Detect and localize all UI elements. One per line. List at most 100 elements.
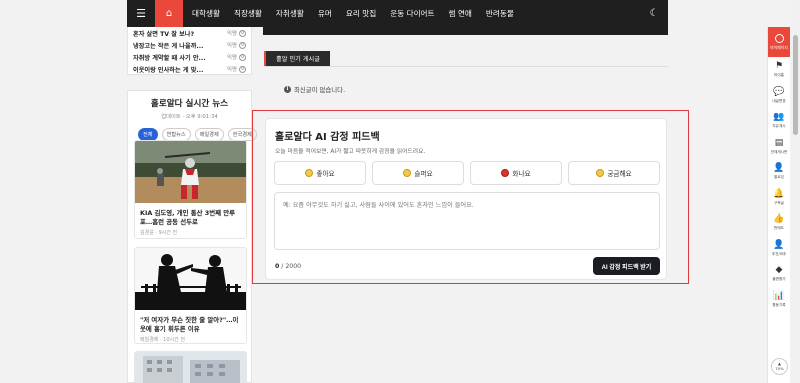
nav-item-diet[interactable]: 운동 다이어트 (383, 8, 441, 19)
sidebar-item-label: 불편평가 (772, 277, 786, 282)
nav-item-food[interactable]: 요리 맛집 (339, 8, 383, 19)
info-icon: i (284, 86, 291, 93)
sidebar-item-votes[interactable]: 👤 추천/비추 (768, 236, 790, 262)
sidebar-item-activity[interactable]: 📊 활동기록 (768, 287, 790, 313)
character-counter: 0 / 2000 (275, 263, 301, 270)
mypage-label: 마이페이지 (770, 44, 788, 50)
smile-emoji-icon (305, 169, 314, 177)
sidebar-item-all-boards[interactable]: ▤ 전체게시판 (768, 134, 790, 160)
feedback-description: 오늘 마음을 적어보면, AI가 짧고 따뜻하게 감정을 읽어드려요. (275, 149, 426, 155)
angry-emoji-icon (501, 169, 510, 177)
sidebar-item-my-posts[interactable]: 💬 내글변경 (768, 83, 790, 109)
realtime-news-panel: 홀로알다 실시간 뉴스 업데이트 · 오후 9:01:34 전체 연합뉴스 매일… (127, 90, 257, 383)
news-headline: KIA 김도영, 개인 통산 3번째 만루포…홈런 공동 선두로 (140, 209, 235, 226)
emotion-button-happy[interactable]: 좋아요 (274, 161, 366, 185)
sidebar-item-label: 내글변경 (772, 98, 786, 103)
post-title: 자취방 계약할 때 사기 안... (133, 54, 206, 62)
empty-state: i 최신글이 없습니다. (284, 85, 345, 94)
right-quick-sidebar: 마이페이지 ⚑ 마이홈 💬 내글변경 👥 자유게시 ▤ 전체게시판 👤 팔로잉 🔔 구독글 … (767, 27, 790, 383)
sidebar-item-label: 자유게시 (772, 124, 786, 129)
news-meta: 매일경제 · 10시간 전 (140, 337, 185, 343)
popular-posts-list: 혼자 살면 TV 잘 보나? 익명 0 냉장고는 작은 게 나을까... 익명 … (127, 27, 252, 75)
moon-icon[interactable]: ☾ (640, 0, 668, 27)
scrollbar-thumb[interactable] (793, 35, 798, 135)
emotion-buttons: 좋아요 슬퍼요 화나요 궁금해요 (274, 161, 660, 185)
sidebar-item-label: 전체게시판 (770, 149, 788, 154)
comment-count: 0 (239, 53, 246, 61)
sidebar-item-label: 추천/비추 (771, 251, 787, 256)
apartment-photo (135, 352, 246, 383)
feedback-textarea[interactable] (274, 192, 660, 250)
sidebar-item-myhome[interactable]: ⚑ 마이홈 (768, 57, 790, 83)
home-icon[interactable]: ⌂ (155, 0, 183, 27)
list-item[interactable]: 냉장고는 작은 게 나을까... 익명 0 (133, 39, 246, 51)
thumb-icon: 👍 (773, 214, 785, 225)
news-card[interactable]: "저 여자가 무슨 짓한 줄 알아?"…이웃에 흉기 휘두른 이유 매일경제 ·… (134, 247, 247, 344)
page-scrollbar[interactable] (791, 0, 800, 383)
emotion-label: 좋아요 (316, 171, 335, 178)
neighbor-silhouette-image (135, 248, 246, 310)
sidebar-item-sales[interactable]: 👍 판매도 (768, 210, 790, 236)
emotion-label: 궁금해요 (607, 171, 632, 178)
sidebar-item-label: 마이홈 (774, 73, 784, 78)
sidebar-item-ratings[interactable]: ◆ 불편평가 (768, 261, 790, 287)
comment-count: 0 (239, 65, 246, 73)
empty-message: 최신글이 없습니다. (294, 86, 346, 94)
comment-count: 0 (239, 41, 246, 49)
bell-icon: 🔔 (773, 188, 785, 199)
list-item[interactable]: 이웃이랑 인사하는 게 맞... 익명 0 (133, 63, 246, 75)
sidebar-item-free-board[interactable]: 👥 자유게시 (768, 108, 790, 134)
zoom-indicator[interactable]: ▲ 70% (771, 358, 788, 375)
nav-item-dating[interactable]: 썸 연애 (442, 8, 479, 19)
tab-popular-posts[interactable]: 홀알 인기 게시글 (264, 51, 330, 66)
emotion-label: 슬퍼요 (414, 171, 433, 178)
nav-item-living-alone[interactable]: 자취생활 (269, 8, 311, 19)
chat-icon: 💬 (773, 86, 785, 97)
list-item[interactable]: 혼자 살면 TV 잘 보나? 익명 0 (133, 27, 246, 39)
sidebar-item-subscriptions[interactable]: 🔔 구독글 (768, 185, 790, 211)
top-nav: ☰ ⌂ 대학생활 직장생활 자취생활 유머 요리 맛집 운동 다이어트 썸 연애… (127, 0, 668, 27)
hamburger-icon[interactable]: ☰ (127, 0, 155, 27)
nav-item-pets[interactable]: 반려동물 (479, 8, 521, 19)
nav-item-humor[interactable]: 유머 (311, 8, 339, 19)
sidebar-item-label: 판매도 (774, 226, 784, 231)
nav-item-work[interactable]: 직장생활 (227, 8, 269, 19)
emotion-button-angry[interactable]: 화나요 (470, 161, 562, 185)
post-title: 이웃이랑 인사하는 게 맞... (133, 66, 204, 74)
user-icon: 👤 (773, 239, 785, 250)
sidebar-item-following[interactable]: 👤 팔로잉 (768, 159, 790, 185)
news-updated-time: 업데이트 · 오후 9:01:34 (161, 114, 218, 120)
post-author: 익명 (226, 55, 237, 61)
header-banner-edge (263, 27, 668, 35)
post-author: 익명 (226, 43, 237, 49)
users-icon: 👥 (773, 112, 785, 123)
post-title: 냉장고는 작은 게 나을까... (133, 42, 204, 50)
news-meta: 김경윤 · 9시간 전 (140, 230, 178, 236)
chart-icon: 📊 (773, 290, 785, 301)
post-author: 익명 (226, 67, 237, 73)
sidebar-item-label: 활동기록 (772, 302, 786, 307)
emotion-button-curious[interactable]: 궁금해요 (568, 161, 660, 185)
get-ai-feedback-button[interactable]: AI 감정 피드백 받기 (593, 257, 660, 275)
divider (264, 66, 668, 67)
news-title: 홀로알다 실시간 뉴스 (150, 99, 229, 109)
post-title: 혼자 살면 TV 잘 보나? (133, 30, 195, 38)
nav-item-college[interactable]: 대학생활 (185, 8, 227, 19)
nav-menu-items: 대학생활 직장생활 자취생활 유머 요리 맛집 운동 다이어트 썸 연애 반려동… (183, 0, 521, 27)
news-card[interactable]: KIA 김도영, 개인 통산 3번째 만루포…홈런 공동 선두로 김경윤 · 9… (134, 140, 247, 239)
emotion-button-sad[interactable]: 슬퍼요 (372, 161, 464, 185)
user-plus-icon: 👤 (773, 163, 785, 174)
sidebar-item-label: 팔로잉 (774, 175, 784, 180)
sidebar-item-label: 구독글 (774, 200, 784, 205)
news-card[interactable] (134, 351, 247, 383)
sad-emoji-icon (403, 169, 412, 177)
baseball-photo (135, 141, 246, 203)
list-icon: ▤ (774, 137, 784, 148)
post-author: 익명 (226, 31, 237, 37)
news-headline: "저 여자가 무슨 짓한 줄 알아?"…이웃에 흉기 휘두른 이유 (140, 316, 239, 333)
ai-emotion-feedback-card: 홀로알다 AI 감정 피드백 오늘 마음을 적어보면, AI가 짧고 따뜻하게 … (265, 118, 667, 280)
flag-icon: ⚑ (774, 61, 784, 72)
zoom-level: 70% (775, 365, 784, 371)
list-item[interactable]: 자취방 계약할 때 사기 안... 익명 0 (133, 51, 246, 63)
mypage-button[interactable]: 마이페이지 (768, 27, 790, 57)
